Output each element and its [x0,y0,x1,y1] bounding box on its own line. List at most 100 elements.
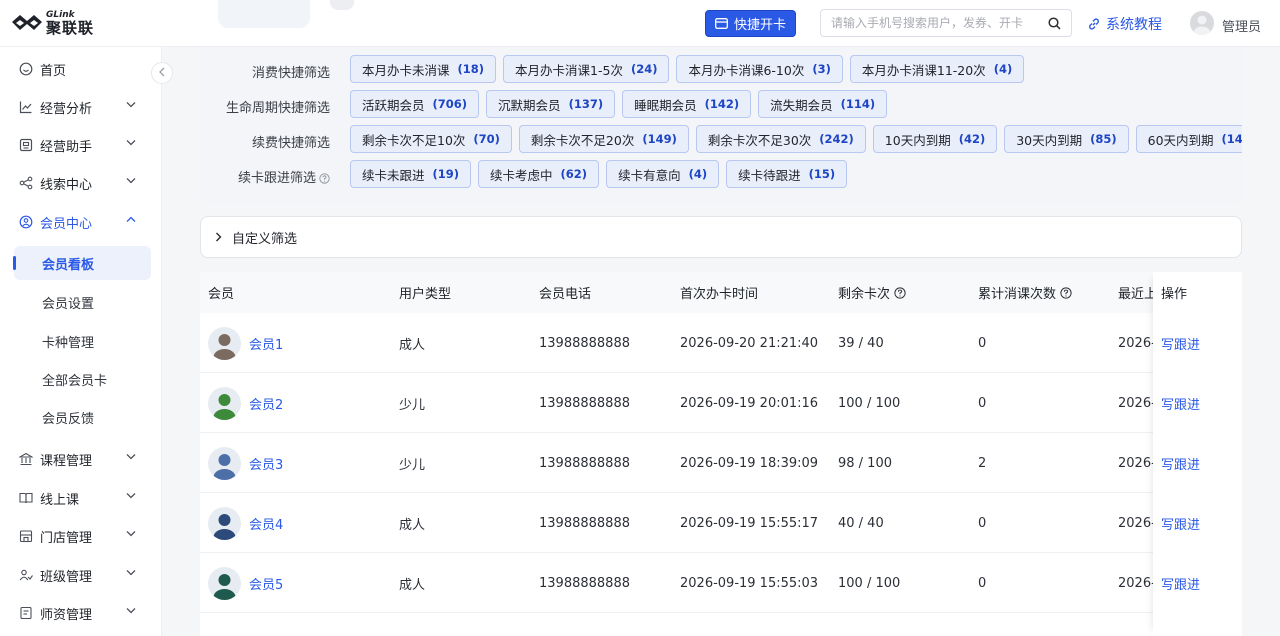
cell-remaining: 98 / 100 [838,455,892,471]
sidebar-subitem-card-types[interactable]: 卡种管理 [14,324,151,358]
filter-chip[interactable]: 睡眠期会员 (142) [622,90,752,118]
table-row: 会员2 少儿 13988888888 2026-09-19 20:01:16 100 /… [200,373,1242,433]
help-icon[interactable] [1060,286,1072,299]
tutorial-link[interactable]: 系统教程 [1087,14,1162,34]
sidebar-item-label: 线索中心 [40,177,93,193]
cell-member: 会员3 [208,433,283,493]
sidebar-item-label: 会员中心 [40,216,93,232]
quick-filter-panel: 消费快捷筛选 本月办卡未消课 (18) 本月办卡消课1-5次 (24) 本月办卡消课… [200,47,1269,203]
member-name-link[interactable]: 会员3 [249,454,283,473]
sidebar-subitem-label: 卡种管理 [42,335,95,351]
chevron-down-icon [126,453,136,460]
user-menu[interactable]: 管理员 [1190,11,1261,35]
search-icon[interactable] [1048,16,1061,30]
tab-placeholder [218,0,310,28]
member-name-link[interactable]: 会员5 [249,574,283,593]
sidebar-item-teacher[interactable]: 师资管理 [0,596,162,630]
quick-open-card-button[interactable]: 快捷开卡 [705,10,796,37]
sidebar-item-class[interactable]: 班级管理 [0,558,162,592]
sidebar-subitem-all-cards[interactable]: 全部会员卡 [14,362,151,396]
chevron-down-icon [126,607,136,614]
filter-chip[interactable]: 续卡有意向 (4) [606,160,720,188]
cell-phone: 13988888888 [539,515,630,531]
write-follow-up-link[interactable]: 写跟进 [1161,334,1200,353]
cell-total-consumed: 0 [978,515,987,531]
filter-chip[interactable]: 本月办卡未消课 (18) [350,55,497,83]
filter-chip[interactable]: 30天内到期 (85) [1004,125,1129,153]
sidebar-item-assistant[interactable]: 经营助手 [0,128,162,162]
sidebar-item-leads[interactable]: 线索中心 [0,166,162,200]
cell-member: 会员1 [208,313,283,373]
filter-chip[interactable]: 剩余卡次不足10次 (70) [350,125,512,153]
filter-chip[interactable]: 活跃期会员 (706) [350,90,480,118]
sidebar-item-store[interactable]: 门店管理 [0,519,162,553]
user-avatar [1190,11,1214,35]
sidebar-item-label: 经营助手 [40,139,93,155]
table-row: 会员4 成人 13988888888 2026-09-19 15:55:17 40 / … [200,493,1242,553]
cell-member: 会员4 [208,493,283,553]
sidebar-subitem-label: 全部会员卡 [42,373,108,389]
cell-remaining: 40 / 40 [838,515,884,531]
share-icon [19,176,33,190]
help-icon[interactable] [894,286,906,299]
tutorial-label: 系统教程 [1106,17,1162,33]
table-row: 会员1 成人 13988888888 2026-09-20 21:21:40 39 / … [200,313,1242,373]
write-follow-up-link[interactable]: 写跟进 [1161,514,1200,533]
cell-member: 会员5 [208,553,283,613]
filter-chip[interactable]: 沉默期会员 (137) [486,90,616,118]
cell-total-consumed: 0 [978,575,987,591]
avatar[interactable] [208,566,241,600]
chevron-down-icon [126,101,136,108]
member-name-link[interactable]: 会员4 [249,514,283,533]
cell-ops: 写跟进 [1161,373,1200,433]
write-follow-up-link[interactable]: 写跟进 [1161,394,1200,413]
write-follow-up-link[interactable]: 写跟进 [1161,574,1200,593]
filter-chip[interactable]: 续卡待跟进 (15) [726,160,848,188]
sidebar-item-label: 班级管理 [40,569,93,585]
search-box[interactable] [820,9,1072,37]
custom-filter-toggle[interactable]: 自定义筛选 [200,216,1242,258]
chevron-right-icon [215,232,222,242]
member-name-link[interactable]: 会员2 [249,394,283,413]
filter-chip[interactable]: 剩余卡次不足30次 (242) [695,125,866,153]
sidebar-collapse-button[interactable] [151,62,173,84]
filter-chip[interactable]: 本月办卡消课1-5次 (24) [503,55,670,83]
write-follow-up-link[interactable]: 写跟进 [1161,454,1200,473]
brand-logo[interactable]: GLink 聚联联 [10,10,160,36]
cell-remaining: 39 / 40 [838,335,884,351]
sidebar-subitem-feedback[interactable]: 会员反馈 [14,400,151,434]
avatar[interactable] [208,506,241,540]
cell-remaining: 100 / 100 [838,575,901,591]
avatar[interactable] [208,386,241,420]
avatar[interactable] [208,446,241,480]
filter-chip[interactable]: 流失期会员 (114) [758,90,888,118]
filter-chip[interactable]: 剩余卡次不足20次 (149) [518,125,689,153]
filter-chip[interactable]: 续卡未跟进 (19) [350,160,472,188]
sidebar-item-member-center[interactable]: 会员中心 [0,205,162,239]
filter-chip[interactable]: 本月办卡消课11-20次 (4) [849,55,1025,83]
filter-chip[interactable]: 续卡考虑中 (62) [478,160,600,188]
sidebar-item-analysis[interactable]: 经营分析 [0,90,162,124]
search-input[interactable] [831,16,1048,30]
filter-chip[interactable]: 本月办卡消课6-10次 (3) [676,55,843,83]
sidebar-item-online-course[interactable]: 线上课 [0,481,162,515]
sidebar-item-home[interactable]: 首页 [0,52,162,86]
filter-chip[interactable]: 10天内到期 (42) [872,125,998,153]
cell-member: 会员2 [208,373,283,433]
course-icon [19,452,33,466]
card-icon [715,18,728,29]
cell-first-time: 2026-09-19 15:55:03 [680,575,819,591]
avatar[interactable] [208,326,241,360]
help-icon[interactable] [319,173,330,184]
chevron-down-icon [126,139,136,146]
sidebar-item-label: 首页 [40,63,67,79]
column-header-remaining: 剩余卡次 [838,272,906,313]
store-icon [19,529,33,543]
cell-first-time: 2026-09-20 21:21:40 [680,335,819,351]
sidebar-item-course[interactable]: 课程管理 [0,442,162,476]
sidebar-subitem-member-settings[interactable]: 会员设置 [14,285,151,319]
member-name-link[interactable]: 会员1 [249,334,283,353]
lifecycle-filter-row: 活跃期会员 (706) 沉默期会员 (137) 睡眠期会员 (142) 流失期会员 (1… [350,90,888,118]
sidebar-subitem-member-board[interactable]: 会员看板 [14,246,151,280]
cell-type: 少儿 [399,397,426,413]
